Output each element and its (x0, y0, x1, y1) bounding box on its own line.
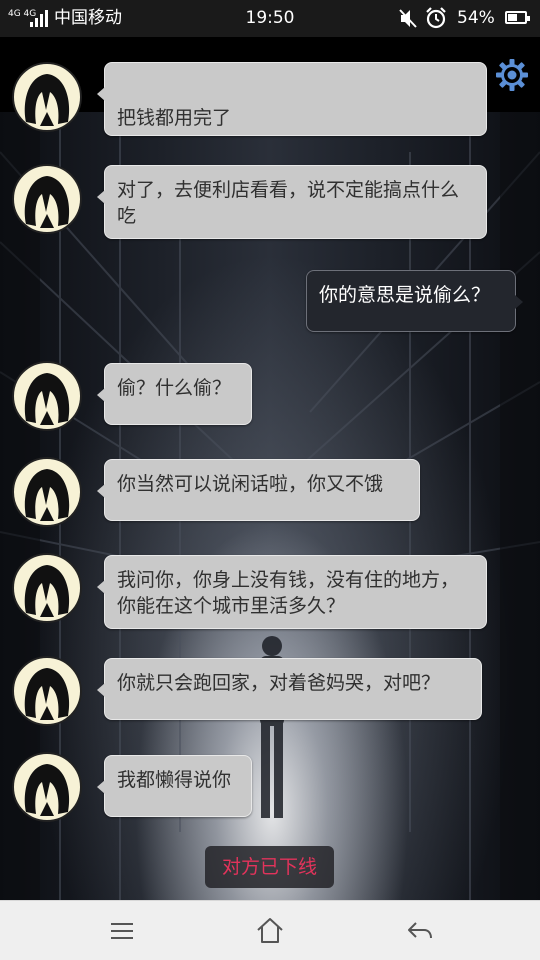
avatar-icon (12, 656, 82, 726)
chat-screen: 4G 4G 中国移动 19:50 54% Miko酱 (0, 0, 540, 960)
gear-icon[interactable] (494, 57, 530, 93)
avatar-icon (12, 752, 82, 822)
message-bubble: 我问你，你身上没有钱，没有住的地方，你能在这个城市里活多久？ (97, 555, 487, 629)
message-text: 你当然可以说闲话啦，你又不饿 (117, 473, 384, 495)
message-bubble-self: 你的意思是说偷么？ (306, 270, 523, 332)
message-text: 把钱都用完了 (117, 107, 232, 129)
message-bubble: 对了，去便利店看看，说不定能搞点什么吃 (97, 165, 487, 239)
offline-notice: 对方已下线 (205, 846, 334, 888)
message-text: 我问你，你身上没有钱，没有住的地方，你能在这个城市里活多久？ (117, 569, 460, 617)
avatar[interactable] (12, 62, 82, 132)
avatar[interactable] (12, 553, 82, 623)
avatar-icon (12, 553, 82, 623)
back-icon[interactable] (404, 915, 436, 947)
message-bubble: 我都懒得说你 (97, 755, 252, 817)
system-nav-bar (0, 900, 540, 960)
message-text: 你的意思是说偷么？ (319, 284, 491, 306)
message-bubble: 你就只会跑回家，对着爸妈哭，对吧？ (97, 658, 482, 720)
message-text: 对了，去便利店看看，说不定能搞点什么吃 (117, 179, 460, 227)
message-text: 偷？什么偷？ (117, 377, 232, 399)
message-text: 我都懒得说你 (117, 769, 232, 791)
avatar-icon (12, 62, 82, 132)
mute-icon (399, 9, 417, 28)
menu-icon[interactable] (106, 915, 138, 947)
message-text: 你就只会跑回家，对着爸妈哭，对吧？ (117, 672, 441, 694)
alarm-icon (426, 7, 446, 29)
battery-icon (505, 11, 530, 24)
home-icon[interactable] (254, 915, 286, 947)
avatar[interactable] (12, 361, 82, 431)
avatar-icon (12, 361, 82, 431)
battery-percent: 54% (457, 8, 495, 28)
avatar[interactable] (12, 164, 82, 234)
avatar[interactable] (12, 752, 82, 822)
message-bubble: 你当然可以说闲话啦，你又不饿 (97, 459, 420, 521)
message-bubble: 偷？什么偷？ (97, 363, 252, 425)
avatar[interactable] (12, 656, 82, 726)
status-bar: 4G 4G 中国移动 19:50 54% (0, 0, 540, 37)
avatar-icon (12, 457, 82, 527)
avatar-icon (12, 164, 82, 234)
avatar[interactable] (12, 457, 82, 527)
message-bubble: 把钱都用完了 (97, 62, 487, 136)
